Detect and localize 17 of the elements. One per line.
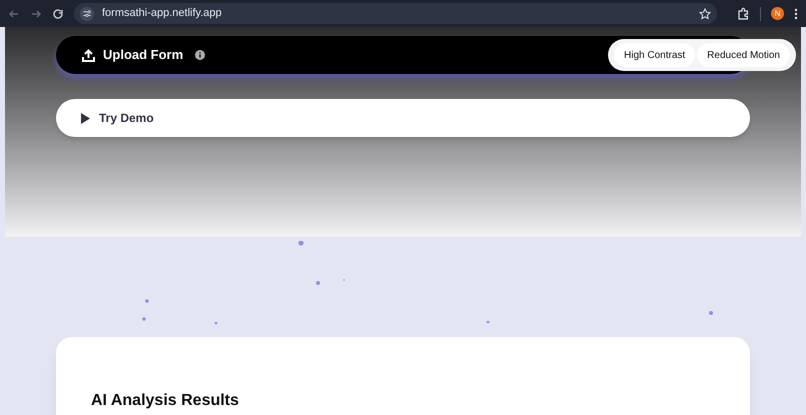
info-icon[interactable]	[195, 50, 206, 60]
address-bar[interactable]: formsathi-app.netlify.app	[74, 3, 717, 24]
try-demo-button[interactable]: Try Demo	[56, 99, 750, 137]
play-icon	[80, 112, 90, 124]
puzzle-piece-icon[interactable]	[737, 7, 750, 20]
reload-icon[interactable]	[52, 8, 64, 20]
toggle-button[interactable]: Reduced Motion	[697, 43, 790, 67]
forward-icon[interactable]	[30, 8, 42, 20]
upload-icon	[82, 48, 95, 62]
url-text: formsathi-app.netlify.app	[102, 6, 223, 22]
upload-form-button[interactable]: Upload Form	[82, 45, 184, 65]
toggle-button[interactable]: High Contrast	[614, 43, 696, 67]
results-heading: AI Analysis Results	[91, 391, 240, 411]
menu-icon[interactable]	[794, 8, 798, 20]
star-icon[interactable]	[699, 8, 711, 20]
back-icon[interactable]	[8, 8, 20, 20]
site-settings-icon[interactable]	[80, 6, 94, 20]
